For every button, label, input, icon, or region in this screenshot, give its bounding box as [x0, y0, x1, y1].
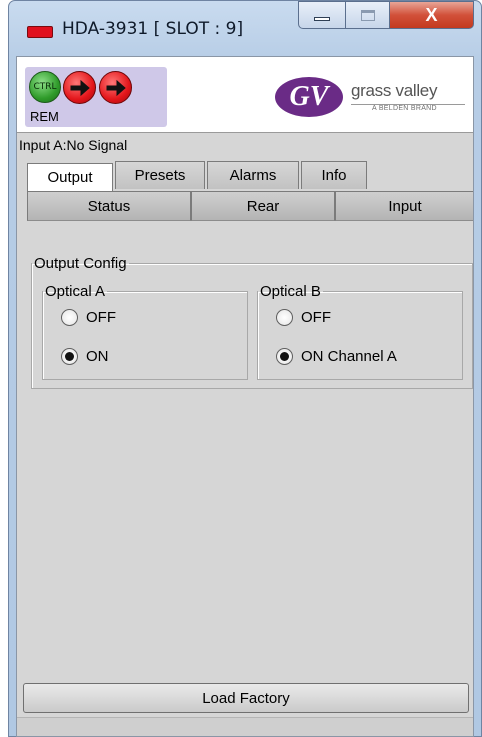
tab-bar-bottom: Status Rear Input — [17, 191, 473, 221]
bottom-strip — [17, 717, 473, 736]
optical-b-on-channel-a-label: ON Channel A — [301, 348, 397, 365]
tab-rear[interactable]: Rear — [191, 191, 335, 221]
grass-valley-logo: GV grass valley A BELDEN BRAND — [275, 75, 465, 121]
tab-alarms[interactable]: Alarms — [207, 161, 299, 189]
tab-status[interactable]: Status — [27, 191, 191, 221]
tab-info[interactable]: Info — [301, 161, 367, 189]
tab-output[interactable]: Output — [27, 163, 113, 191]
optical-a-group: Optical A — [42, 283, 248, 380]
ctrl-label: CTRL — [33, 82, 57, 92]
optical-a-on-option[interactable]: ON — [61, 348, 109, 365]
tab-bar-top: Output Presets Alarms Info — [17, 157, 473, 191]
tab-input[interactable]: Input — [335, 191, 473, 221]
optical-a-on-label: ON — [86, 348, 109, 365]
close-icon: X — [425, 4, 438, 25]
title-bar[interactable]: HDA-3931 [ SLOT : 9] X — [9, 1, 481, 57]
status-indicators: CTRL REM — [25, 67, 167, 127]
input-alarm-icon — [63, 71, 96, 104]
output-panel: Output Config Optical A OFF ON Optical B… — [17, 221, 473, 675]
minimize-icon — [314, 17, 330, 21]
logo-text: grass valley — [351, 81, 438, 100]
ctrl-status-icon: CTRL — [29, 71, 61, 103]
optical-a-title: Optical A — [45, 283, 106, 300]
optical-b-group: Optical B — [257, 283, 463, 380]
load-factory-button[interactable]: Load Factory — [23, 683, 469, 713]
logo-subtext: A BELDEN BRAND — [372, 105, 437, 112]
maximize-icon — [360, 9, 375, 21]
window-title: HDA-3931 [ SLOT : 9] — [62, 19, 244, 39]
close-button[interactable]: X — [390, 1, 474, 29]
app-icon — [27, 26, 53, 38]
maximize-button[interactable] — [346, 1, 390, 29]
optical-a-on-radio[interactable] — [61, 348, 78, 365]
input-status-text: Input A:No Signal — [19, 137, 128, 153]
tab-presets[interactable]: Presets — [115, 161, 205, 189]
gv-logo-mark: GV — [275, 77, 343, 117]
output-config-title: Output Config — [34, 255, 127, 272]
minimize-button[interactable] — [298, 1, 346, 29]
client-area: CTRL REM GV grass valley A BELDEN BRAND … — [16, 56, 474, 737]
optical-a-off-radio[interactable] — [61, 309, 78, 326]
rem-label: REM — [30, 109, 59, 124]
card-header: CTRL REM GV grass valley A BELDEN BRAND — [17, 57, 473, 133]
optical-a-off-option[interactable]: OFF — [61, 309, 116, 326]
caption-buttons: X — [298, 1, 474, 31]
output-alarm-icon — [99, 71, 132, 104]
optical-a-off-label: OFF — [86, 309, 116, 326]
optical-b-title: Optical B — [260, 283, 321, 300]
optical-b-off-option[interactable]: OFF — [276, 309, 331, 326]
optical-b-off-radio[interactable] — [276, 309, 293, 326]
optical-b-off-label: OFF — [301, 309, 331, 326]
optical-b-on-channel-a-radio[interactable] — [276, 348, 293, 365]
optical-b-on-channel-a-option[interactable]: ON Channel A — [276, 348, 397, 365]
